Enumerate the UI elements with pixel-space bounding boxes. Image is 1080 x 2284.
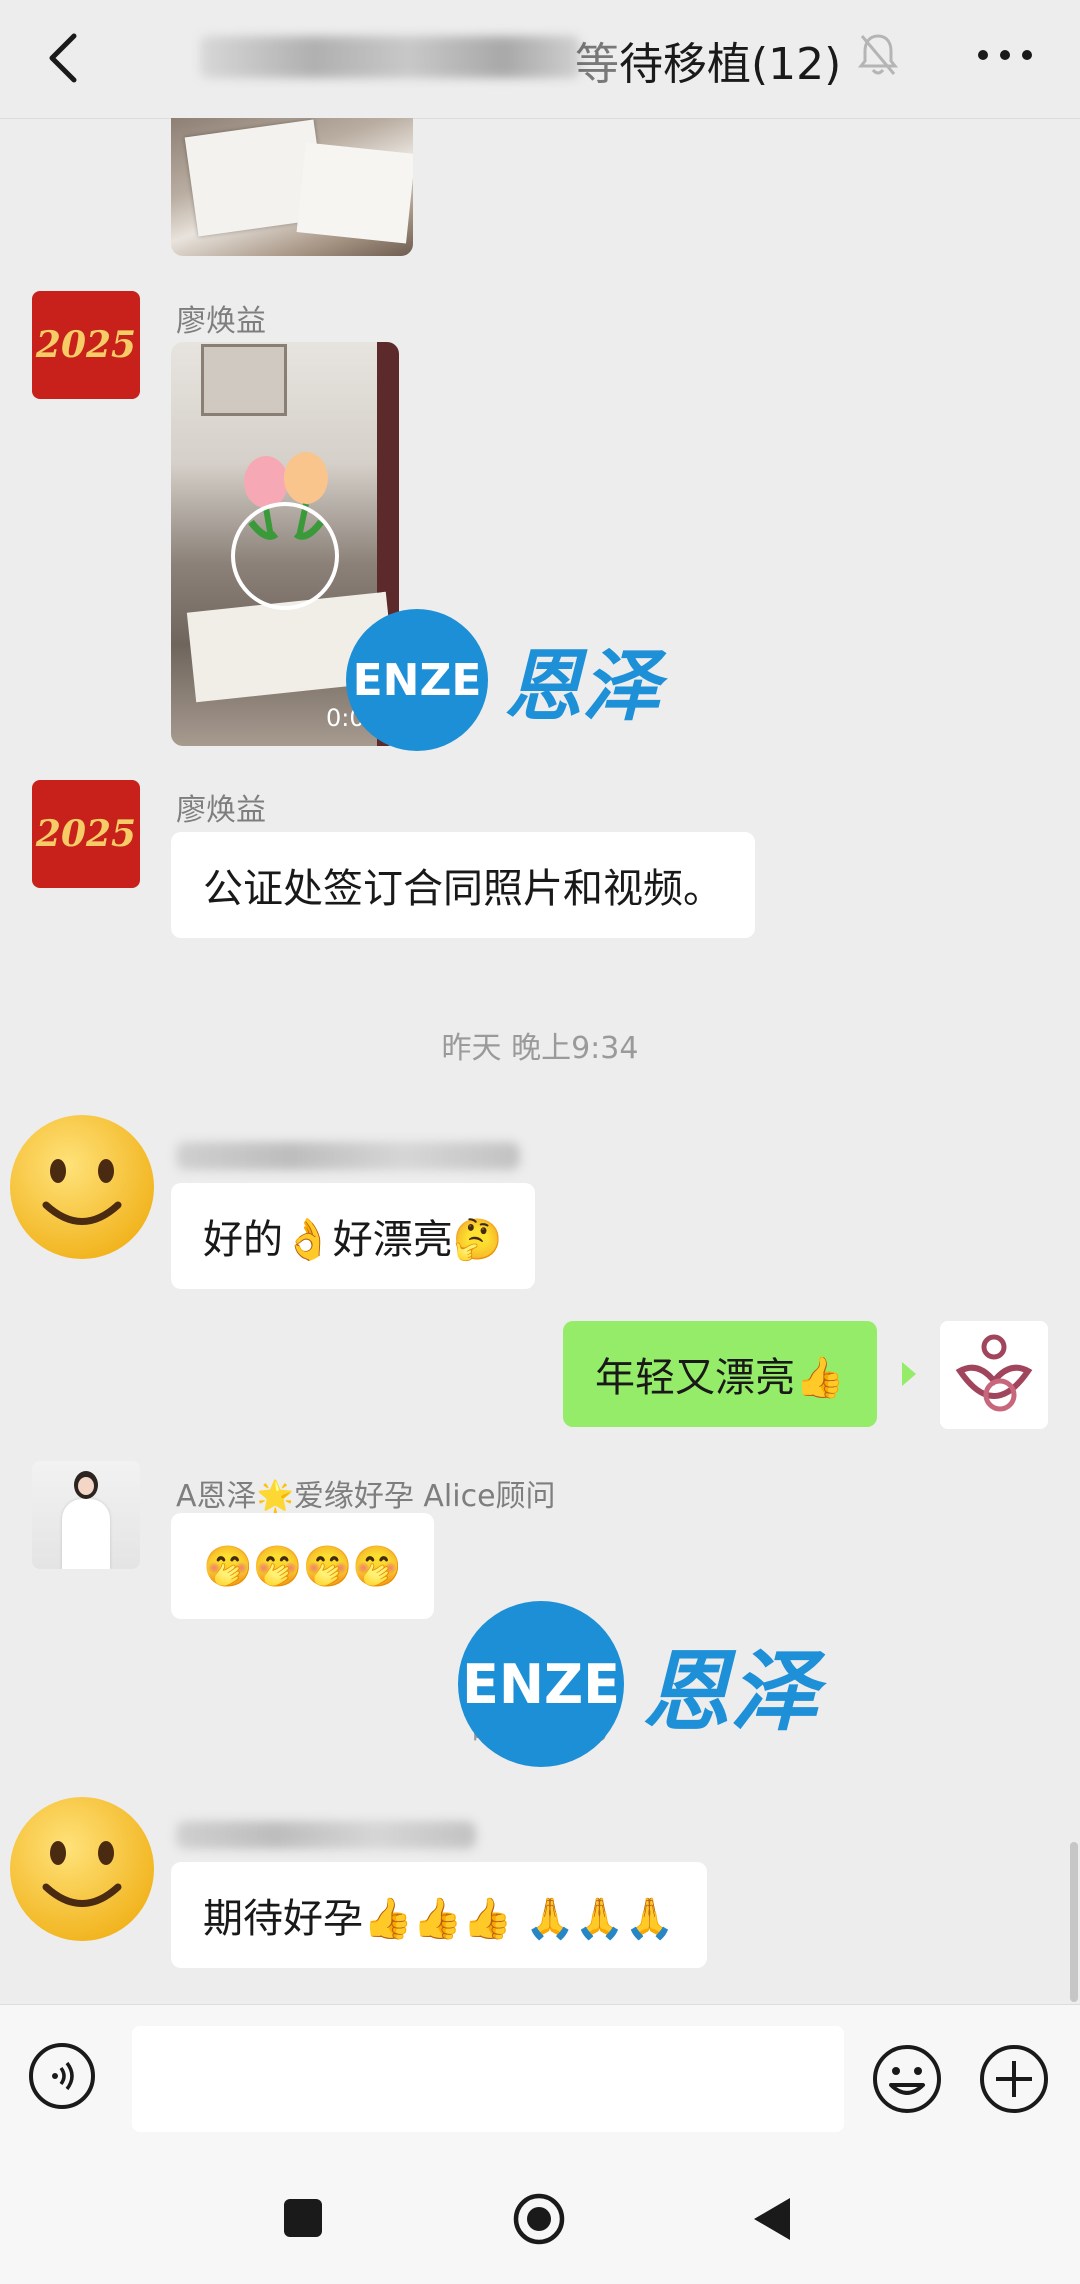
home-icon[interactable] xyxy=(512,2192,566,2246)
message-text: 公证处签订合同照片和视频。 xyxy=(203,866,723,912)
face xyxy=(78,1477,94,1495)
bubble-tail xyxy=(902,1362,916,1386)
avatar[interactable]: 2025 xyxy=(32,291,140,399)
message-bubble[interactable]: 公证处签订合同照片和视频。 xyxy=(171,832,755,938)
avatar-alice[interactable] xyxy=(32,1461,140,1569)
self-avatar-logo-icon[interactable] xyxy=(940,1321,1048,1429)
recents-icon[interactable] xyxy=(284,2199,322,2237)
voice-waves-icon xyxy=(52,2061,74,2091)
chat-title: 等待移植(12) xyxy=(575,28,841,92)
message-text: 好的👌好漂亮🤔 xyxy=(203,1217,503,1263)
paper-sheet xyxy=(296,142,413,244)
title-blurred xyxy=(200,36,580,78)
chat-header: 等待移植(12) xyxy=(0,0,1080,119)
message-input[interactable] xyxy=(132,2026,844,2132)
emoji-icon[interactable] xyxy=(871,2043,943,2115)
back-icon[interactable] xyxy=(752,2196,792,2242)
enze-watermark: ENZE 恩泽 xyxy=(346,609,660,751)
enze-logo: ENZE xyxy=(346,609,488,751)
smiley-avatar-icon[interactable] xyxy=(8,1795,156,1943)
play-button[interactable] xyxy=(231,502,339,610)
message-text: 🤭🤭🤭🤭 xyxy=(203,1543,403,1590)
avatar[interactable]: 2025 xyxy=(32,780,140,888)
sender-name: 廖焕益 xyxy=(176,304,266,339)
bell-off-icon xyxy=(857,34,899,75)
image-message[interactable] xyxy=(171,118,413,256)
sender-name-blurred xyxy=(176,1821,476,1849)
scrollbar[interactable] xyxy=(1070,1842,1078,2002)
avatar-text: 2025 xyxy=(35,324,137,366)
enze-chinese: 恩泽 xyxy=(504,641,661,732)
sender-name-blurred xyxy=(176,1142,520,1170)
plus-icon[interactable] xyxy=(978,2043,1050,2115)
title-prefix: 等 xyxy=(575,39,619,90)
sender-name: A恩泽🌟爱缘好孕 Alice顾问 xyxy=(176,1479,556,1514)
message-bubble[interactable]: 好的👌好漂亮🤔 xyxy=(171,1183,535,1289)
message-bubble[interactable]: 期待好孕👍👍👍 🙏🙏🙏 xyxy=(171,1862,707,1968)
timestamp: 昨天 晚上9:34 xyxy=(441,1031,639,1066)
enze-watermark: ENZE 恩泽 xyxy=(458,1601,818,1767)
title-text: 待移植(12) xyxy=(619,39,842,90)
sender-name: 廖焕益 xyxy=(176,793,266,828)
more-dots-icon[interactable] xyxy=(975,48,1035,62)
message-text: 年轻又漂亮👍 xyxy=(595,1355,845,1401)
avatar-text: 2025 xyxy=(35,813,137,855)
enze-chinese: 恩泽 xyxy=(642,1638,819,1743)
chevron-left-icon[interactable] xyxy=(38,28,98,88)
self-message-bubble[interactable]: 年轻又漂亮👍 xyxy=(563,1321,877,1427)
dress xyxy=(62,1499,110,1569)
smiley-avatar-icon[interactable] xyxy=(8,1113,156,1261)
enze-logo: ENZE xyxy=(458,1601,624,1767)
message-bubble[interactable]: 🤭🤭🤭🤭 xyxy=(171,1513,435,1619)
wall-frame xyxy=(201,344,287,416)
message-text: 期待好孕👍👍👍 🙏🙏🙏 xyxy=(203,1896,675,1942)
voice-icon[interactable] xyxy=(29,2043,95,2109)
